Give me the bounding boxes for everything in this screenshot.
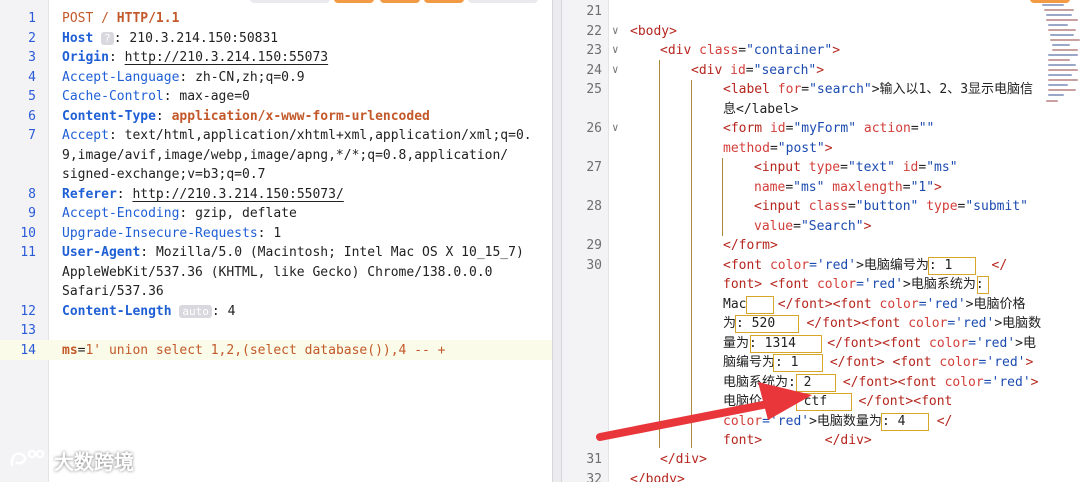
annotation-arrow	[596, 382, 812, 441]
